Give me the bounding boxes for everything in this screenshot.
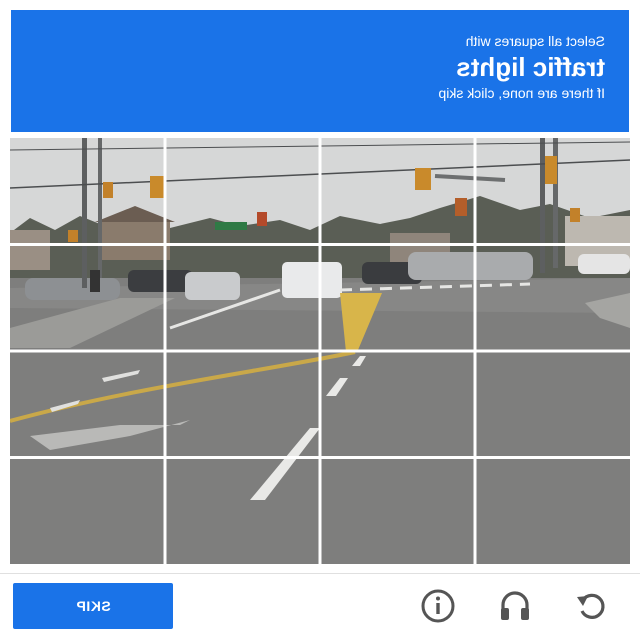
skip-button[interactable]: SKIP: [13, 583, 173, 629]
challenge-image-grid: [10, 138, 630, 564]
grid-tile[interactable]: [10, 138, 163, 242]
target-object-text: traffic lights: [456, 52, 605, 82]
grid-tile[interactable]: [322, 245, 475, 349]
grid-tile[interactable]: [477, 138, 630, 242]
grid-tile[interactable]: [477, 353, 630, 457]
tile-grid: [10, 138, 630, 564]
captcha-header: Select all squares with traffic lights I…: [11, 10, 629, 132]
info-icon[interactable]: [418, 586, 458, 626]
instruction-text: Select all squares with: [465, 33, 605, 49]
grid-tile[interactable]: [166, 138, 319, 242]
reload-icon[interactable]: [572, 586, 612, 626]
grid-tile[interactable]: [166, 245, 319, 349]
grid-tile[interactable]: [322, 138, 475, 242]
grid-tile[interactable]: [477, 460, 630, 564]
grid-tile[interactable]: [10, 460, 163, 564]
grid-tile[interactable]: [322, 460, 475, 564]
footer-divider: [0, 573, 640, 574]
grid-tile[interactable]: [477, 245, 630, 349]
grid-tile[interactable]: [166, 460, 319, 564]
headphones-icon[interactable]: [495, 586, 535, 626]
grid-tile[interactable]: [10, 245, 163, 349]
skip-hint-text: If there are none, click skip: [438, 85, 605, 101]
grid-tile[interactable]: [166, 353, 319, 457]
skip-button-label: SKIP: [75, 598, 111, 614]
grid-tile[interactable]: [10, 353, 163, 457]
grid-tile[interactable]: [322, 353, 475, 457]
